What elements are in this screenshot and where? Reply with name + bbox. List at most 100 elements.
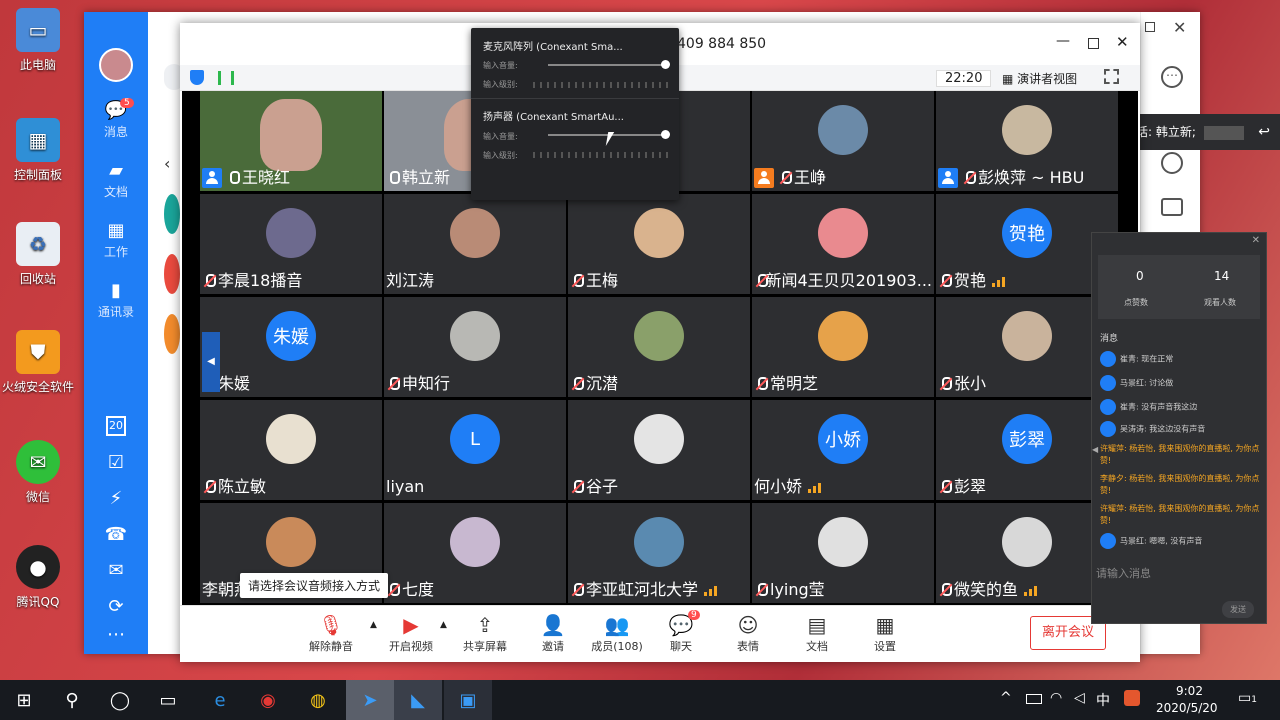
mail-icon[interactable]: ✉ — [84, 560, 148, 583]
qq-music-icon[interactable]: ◍ — [294, 680, 342, 720]
desktop-icon-wechat[interactable]: ✉ 微信 — [0, 440, 76, 505]
search-icon[interactable]: ⚲ — [48, 680, 96, 720]
clock-date[interactable]: 2020/5/20 — [1156, 701, 1218, 715]
cortana-icon[interactable]: ◯ — [96, 680, 144, 720]
folder-icon: ▰ — [109, 160, 123, 181]
desktop-icon-huorong[interactable]: ⛊ 火绒安全软件 — [0, 330, 76, 395]
im-chat-item[interactable] — [164, 254, 180, 294]
nav-contacts[interactable]: ▮ 通讯录 — [84, 280, 148, 320]
notification-center-icon[interactable]: ▭1 — [1238, 690, 1257, 706]
chat-message-text: 崔青: 没有声音我这边 — [1120, 402, 1198, 412]
unread-badge: 5 — [120, 98, 134, 108]
mic-volume-slider[interactable] — [548, 60, 670, 69]
chat-button[interactable]: 💬 聊天 9 — [646, 610, 716, 654]
tencent-meeting-icon[interactable]: ◣ — [394, 680, 442, 720]
participant-tile[interactable]: 陈立敏 — [200, 400, 382, 500]
send-button[interactable]: 发送 — [1222, 601, 1254, 618]
participant-tile[interactable]: 王峥 — [752, 91, 934, 191]
more-icon[interactable]: ⋯ — [84, 624, 148, 647]
desktop-icon-control-panel[interactable]: ▦ 控制面板 — [0, 118, 76, 183]
minimize-button[interactable]: — — [1056, 33, 1070, 49]
view-mode-button[interactable]: ▦ 演讲者视图 — [1002, 70, 1077, 87]
ime-indicator[interactable]: 中 — [1096, 690, 1110, 710]
invite-button[interactable]: 👤 邀请 — [518, 612, 588, 654]
nav-docs[interactable]: ▰ 文档 — [84, 160, 148, 200]
video-options-caret[interactable]: ▲ — [440, 620, 447, 630]
participant-tile[interactable]: 小娇 何小娇 — [752, 400, 934, 500]
share-screen-button[interactable]: ⇪ 共享屏幕 — [450, 612, 520, 654]
collapse-grid-arrow[interactable]: ◀ — [202, 332, 220, 392]
desktop-icon-label: 回收站 — [19, 272, 56, 286]
volume-icon[interactable]: ◁ — [1074, 690, 1085, 706]
more-options-icon[interactable]: ⋯ — [1161, 66, 1183, 88]
participant-tile[interactable]: lying莹 — [752, 503, 934, 603]
participant-name-text: 李亚虹河北大学 — [586, 580, 699, 599]
edge-icon[interactable]: e — [196, 680, 244, 720]
start-video-button[interactable]: ▶ 开启视频 — [376, 612, 446, 654]
participant-tile[interactable]: 七度 — [384, 503, 566, 603]
participant-tile[interactable]: 新闻4王贝贝201903... — [752, 194, 934, 294]
members-button[interactable]: 👥 成员(108) — [582, 612, 652, 654]
participant-tile[interactable]: 沉潜 — [568, 297, 750, 397]
participant-tile[interactable]: 王晓红 — [200, 91, 382, 191]
chat-message-text: 许耀萍: 杨若怡, 我来围观你的直播啦, 为你点赞! — [1100, 504, 1260, 525]
phone-icon[interactable]: ☎ — [84, 524, 148, 547]
participant-tile[interactable]: 谷子 — [568, 400, 750, 500]
clock-time[interactable]: 9:02 — [1176, 684, 1203, 698]
flash-icon[interactable]: ⚡ — [84, 488, 148, 511]
participant-tile[interactable]: 彭焕萍 ~ HBU — [936, 91, 1118, 191]
participant-tile[interactable]: 李晨18播音 — [200, 194, 382, 294]
participant-tile[interactable]: 李亚虹河北大学 — [568, 503, 750, 603]
desktop-icon-recycle-bin[interactable]: ♻ 回收站 — [0, 222, 76, 287]
slider-knob[interactable] — [661, 60, 670, 69]
mic-muted-icon — [938, 582, 952, 598]
participant-tile[interactable]: 朱媛 朱媛 — [200, 297, 382, 397]
sogou-icon[interactable] — [1124, 690, 1140, 706]
desktop-icon-computer[interactable]: ▭ 此电脑 — [0, 8, 76, 73]
settings-button[interactable]: ▦ 设置 — [850, 612, 920, 654]
wifi-icon[interactable]: ◠ — [1050, 690, 1062, 706]
participant-tile[interactable]: 刘江涛 — [384, 194, 566, 294]
chat-message-text: 崔青: 现在正常 — [1120, 354, 1174, 364]
chat-expand-arrow[interactable]: ◀ — [1092, 445, 1098, 454]
clock-icon[interactable] — [1161, 152, 1183, 174]
participant-avatar — [266, 414, 316, 464]
emoji-button[interactable]: ☺ 表情 — [713, 612, 783, 654]
docs-button[interactable]: ▤ 文档 — [782, 612, 852, 654]
participant-tile[interactable]: 申知行 — [384, 297, 566, 397]
participant-tile[interactable]: Lliyan — [384, 400, 566, 500]
calendar-icon[interactable]: 20 — [84, 416, 148, 436]
collapse-arrow-icon[interactable]: ↩ — [1258, 114, 1270, 150]
maximize-button[interactable] — [1088, 38, 1099, 49]
close-icon[interactable]: ✕ — [1173, 18, 1186, 37]
participant-avatar — [818, 311, 868, 361]
panel-close-icon[interactable]: ✕ — [1252, 235, 1260, 246]
close-button[interactable]: ✕ — [1116, 33, 1129, 51]
participant-tile[interactable]: 王梅 — [568, 194, 750, 294]
back-chevron-icon[interactable]: ‹ — [164, 154, 170, 173]
task-icon[interactable]: ☑ — [84, 452, 148, 475]
message-input[interactable]: 请输入消息 — [1096, 565, 1151, 581]
dingtalk-icon[interactable]: ➤ — [346, 680, 394, 720]
start-button[interactable]: ⊞ — [0, 680, 48, 720]
participant-name-text: 何小娇 — [754, 477, 803, 496]
nav-messages[interactable]: 💬 消息 5 — [84, 98, 148, 140]
participant-tile[interactable]: 常明芝 — [752, 297, 934, 397]
chat-message: 吴涛涛: 我这边没有声音 — [1100, 421, 1262, 437]
folder-icon[interactable] — [1161, 198, 1183, 216]
netease-music-icon[interactable]: ◉ — [244, 680, 292, 720]
settings-icon: ▦ — [875, 613, 895, 637]
share-icon[interactable]: ⟳ — [84, 596, 148, 619]
im-chat-item[interactable] — [164, 314, 180, 354]
maximize-icon[interactable] — [1145, 22, 1155, 32]
im-chat-item[interactable] — [164, 194, 180, 234]
tray-chevron-icon[interactable]: ^ — [1000, 690, 1012, 706]
calendar-app-icon[interactable]: ▣ — [444, 680, 492, 720]
desktop-icon-qq[interactable]: ● 腾讯QQ — [0, 545, 76, 610]
unmute-button[interactable]: 🎙 解除静音 — [296, 612, 366, 654]
nav-work[interactable]: ▦ 工作 — [84, 220, 148, 260]
fullscreen-icon[interactable] — [1104, 69, 1119, 84]
task-view-icon[interactable]: ▭ — [144, 680, 192, 720]
slider-knob[interactable] — [661, 130, 670, 139]
user-avatar[interactable] — [99, 48, 133, 82]
